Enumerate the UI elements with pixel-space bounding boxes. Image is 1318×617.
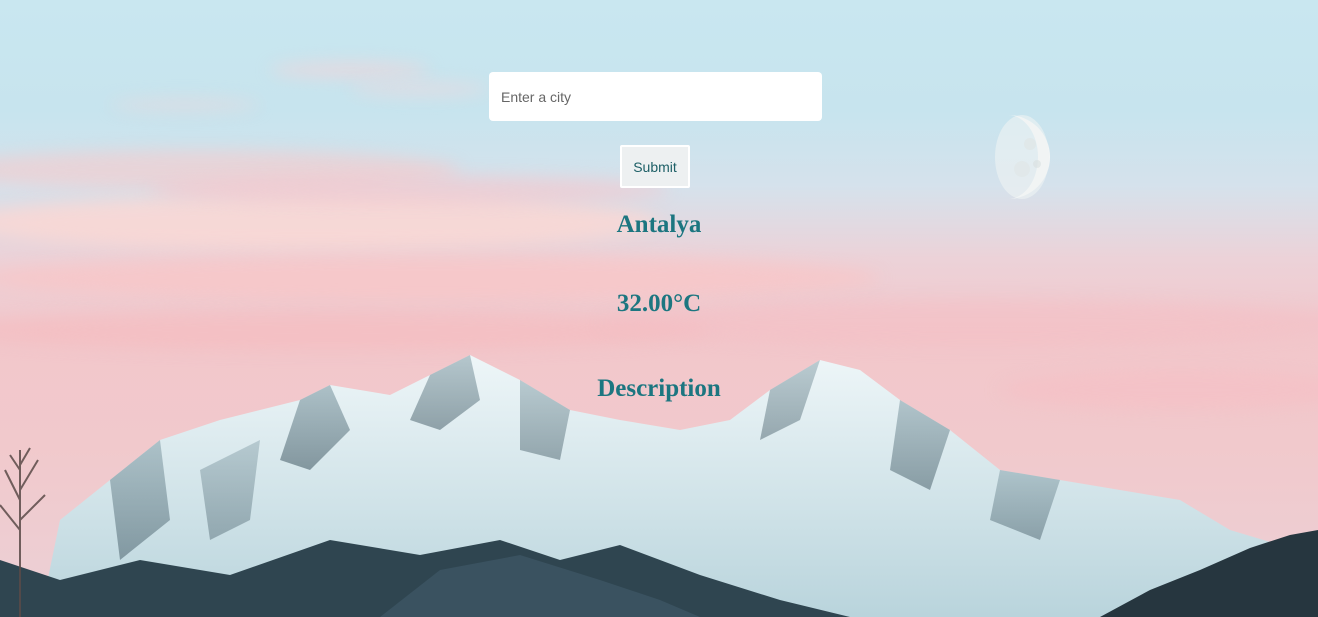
submit-button[interactable]: Submit <box>620 145 690 188</box>
weather-description: Description <box>597 375 721 402</box>
city-search-input[interactable] <box>489 72 822 121</box>
temperature-value: 32.00°C <box>616 290 702 317</box>
city-name: Antalya <box>616 211 702 238</box>
weather-app: Submit Antalya 32.00°C Description <box>0 0 1318 617</box>
